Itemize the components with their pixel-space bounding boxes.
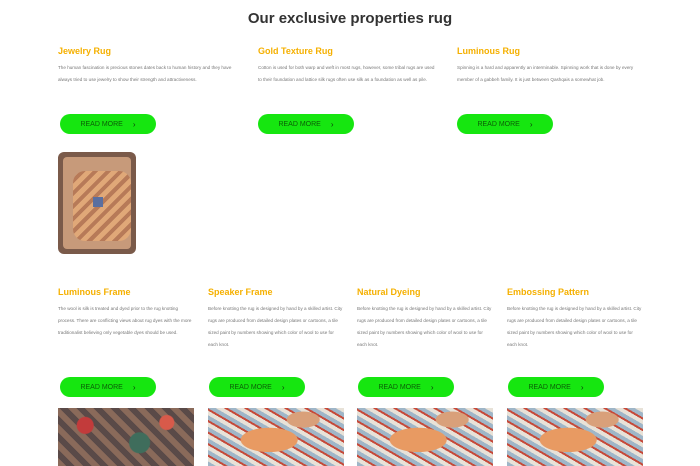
card-title: Speaker Frame	[208, 287, 273, 297]
card-natural-dyeing: Natural Dyeing Before knotting the rug i…	[357, 287, 493, 351]
button-label: READ MORE	[278, 120, 321, 128]
card-luminous-rug: Luminous Rug Spinning is a hard and appa…	[457, 46, 642, 86]
card-text: Before knotting the rug is designed by h…	[507, 306, 642, 347]
read-more-button[interactable]: READ MORE ›	[209, 377, 305, 397]
rug-thumbnail	[58, 408, 194, 466]
framed-rug-image	[58, 152, 136, 254]
read-more-button[interactable]: READ MORE ›	[358, 377, 454, 397]
read-more-button[interactable]: READ MORE ›	[457, 114, 553, 134]
card-luminous-frame: Luminous Frame The wool is silk is treat…	[58, 287, 194, 339]
section-title: Our exclusive properties rug	[247, 10, 453, 27]
rug-thumbnail	[357, 408, 493, 466]
card-text: Cotton is used for both warp and weft in…	[258, 65, 435, 82]
rug-thumbnail	[208, 408, 344, 466]
chevron-right-icon: ›	[580, 382, 584, 392]
button-label: READ MORE	[80, 120, 123, 128]
card-text: The human fascination is precious stones…	[58, 65, 232, 82]
chevron-right-icon: ›	[529, 119, 533, 129]
card-title: Gold Texture Rug	[258, 46, 333, 56]
card-title: Jewelry Rug	[58, 46, 112, 56]
button-label: READ MORE	[80, 383, 123, 391]
card-text: Before knotting the rug is designed by h…	[357, 306, 492, 347]
card-title: Luminous Rug	[457, 46, 520, 56]
chevron-right-icon: ›	[430, 382, 434, 392]
read-more-button[interactable]: READ MORE ›	[60, 114, 156, 134]
card-gold-texture-rug: Gold Texture Rug Cotton is used for both…	[258, 46, 436, 86]
card-jewelry-rug: Jewelry Rug The human fascination is pre…	[58, 46, 236, 86]
card-embossing-pattern: Embossing Pattern Before knotting the ru…	[507, 287, 643, 351]
card-title: Luminous Frame	[58, 287, 131, 297]
card-title: Embossing Pattern	[507, 287, 590, 297]
card-speaker-frame: Speaker Frame Before knotting the rug is…	[208, 287, 344, 351]
read-more-button[interactable]: READ MORE ›	[60, 377, 156, 397]
read-more-button[interactable]: READ MORE ›	[258, 114, 354, 134]
chevron-right-icon: ›	[132, 119, 136, 129]
card-text: Spinning is a hard and apparently an int…	[457, 65, 634, 82]
chevron-right-icon: ›	[132, 382, 136, 392]
button-label: READ MORE	[378, 383, 421, 391]
read-more-button[interactable]: READ MORE ›	[508, 377, 604, 397]
chevron-right-icon: ›	[330, 119, 334, 129]
card-text: The wool is silk is treated and dyed pri…	[58, 306, 192, 335]
chevron-right-icon: ›	[281, 382, 285, 392]
card-title: Natural Dyeing	[357, 287, 421, 297]
button-label: READ MORE	[528, 383, 571, 391]
button-label: READ MORE	[477, 120, 520, 128]
button-label: READ MORE	[229, 383, 272, 391]
rug-thumbnail	[507, 408, 643, 466]
card-text: Before knotting the rug is designed by h…	[208, 306, 343, 347]
